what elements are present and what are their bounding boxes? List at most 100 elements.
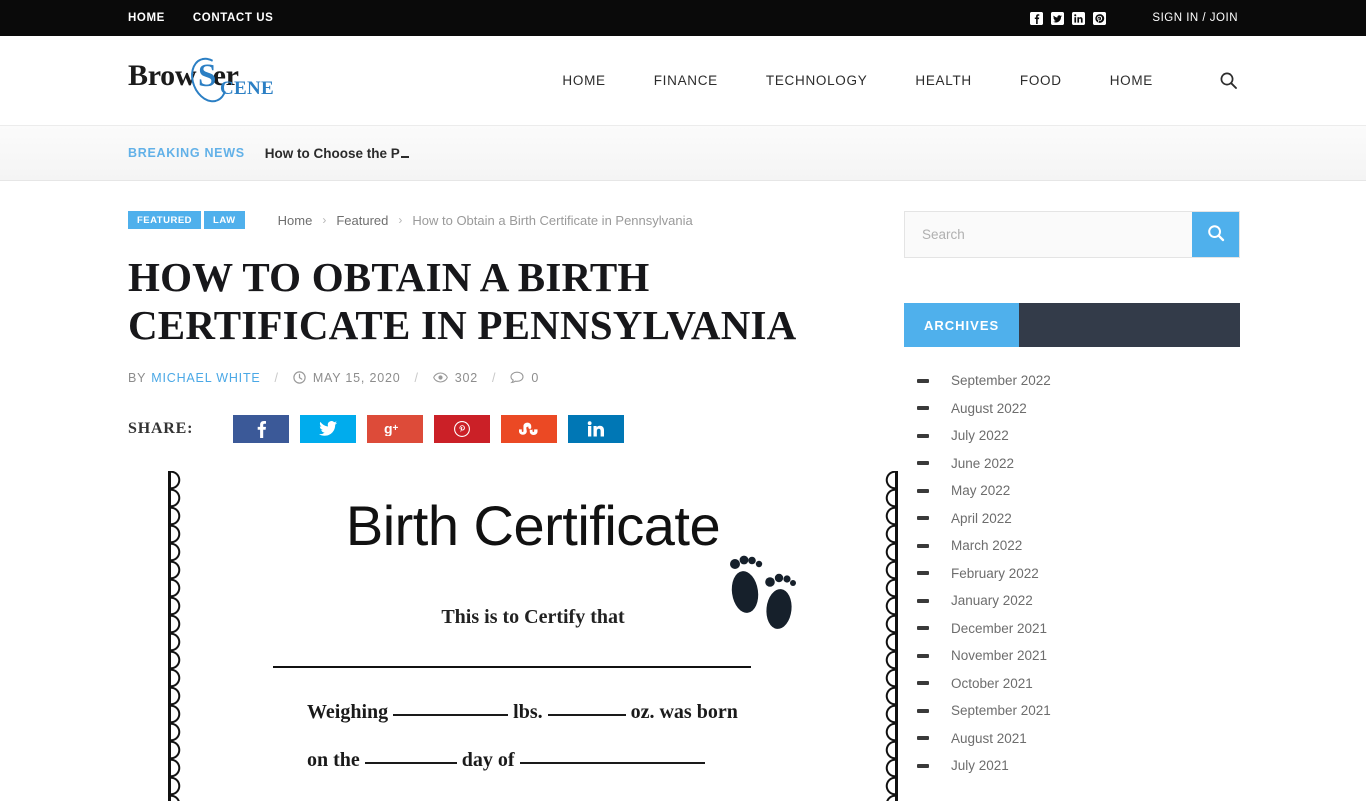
nav-item-food[interactable]: FOOD — [996, 73, 1086, 88]
list-item[interactable]: July 2022 — [904, 422, 1240, 450]
archive-link[interactable]: June 2022 — [951, 456, 1014, 471]
nav-item-finance[interactable]: FINANCE — [630, 73, 742, 88]
archive-link[interactable]: August 2022 — [951, 401, 1027, 416]
pinterest-icon[interactable] — [1093, 11, 1107, 25]
article-content: FEATURED LAW Home › Featured › How to Ob… — [128, 181, 898, 801]
meta-comments-count: 0 — [531, 370, 540, 385]
twitter-icon[interactable] — [1051, 11, 1065, 25]
sidebar: ARCHIVES September 2022 August 2022 July… — [904, 181, 1240, 773]
breadcrumb-category[interactable]: Featured — [336, 213, 388, 228]
share-googleplus-button[interactable]: g + — [367, 414, 423, 443]
certificate-blank-oz — [547, 713, 626, 716]
archive-link[interactable]: May 2022 — [951, 483, 1010, 498]
meta-separator-3: / — [492, 370, 497, 385]
list-item[interactable]: December 2021 — [904, 615, 1240, 643]
certificate-blank-lbs — [393, 713, 509, 716]
svg-text:+: + — [393, 423, 399, 434]
top-bar-links: HOME CONTACT US — [128, 12, 273, 24]
typing-caret-icon — [400, 155, 409, 158]
search-icon — [1207, 224, 1225, 245]
search-input[interactable] — [905, 212, 1192, 257]
breaking-news-headline[interactable]: How to Choose the P — [265, 146, 409, 161]
list-item[interactable]: April 2022 — [904, 505, 1240, 533]
list-item[interactable]: July 2021 — [904, 752, 1240, 780]
topbar-link-contact-us[interactable]: CONTACT US — [193, 12, 274, 24]
meta-by-label: BY — [128, 370, 147, 385]
list-item[interactable]: May 2022 — [904, 477, 1240, 505]
list-item[interactable]: January 2022 — [904, 587, 1240, 615]
logo-text-cene: CENE — [220, 77, 274, 99]
archive-link[interactable]: December 2021 — [951, 621, 1047, 636]
archive-link[interactable]: July 2021 — [951, 758, 1009, 773]
share-buttons: g + — [233, 414, 624, 443]
topbar-link-home[interactable]: HOME — [128, 12, 165, 24]
list-item[interactable]: September 2022 — [904, 367, 1240, 395]
badge-law[interactable]: LAW — [204, 211, 245, 229]
nav-item-home[interactable]: HOME — [538, 73, 629, 88]
archive-link[interactable]: November 2021 — [951, 648, 1047, 663]
archive-link[interactable]: February 2022 — [951, 566, 1039, 581]
share-twitter-button[interactable] — [300, 414, 356, 443]
list-item[interactable]: November 2021 — [904, 642, 1240, 670]
linkedin-icon[interactable] — [1072, 11, 1086, 25]
archive-link[interactable]: July 2022 — [951, 428, 1009, 443]
search-submit-button[interactable] — [1192, 212, 1239, 257]
archive-link[interactable]: September 2022 — [951, 373, 1051, 388]
nav-item-technology[interactable]: TECHNOLOGY — [742, 73, 892, 88]
dash-bullet-icon — [917, 543, 929, 548]
archives-widget-title: ARCHIVES — [904, 303, 1020, 347]
archive-link[interactable]: January 2022 — [951, 593, 1033, 608]
site-logo[interactable]: BrowSer S CENE — [128, 51, 288, 108]
archives-widget: ARCHIVES September 2022 August 2022 July… — [904, 303, 1240, 780]
dash-bullet-icon — [917, 598, 929, 603]
list-item[interactable]: August 2022 — [904, 395, 1240, 423]
certificate-blank-month — [519, 761, 705, 764]
breadcrumb-home[interactable]: Home — [278, 213, 313, 228]
sidebar-search — [904, 211, 1240, 258]
list-item[interactable]: March 2022 — [904, 532, 1240, 560]
search-icon[interactable] — [1219, 71, 1238, 90]
dash-bullet-icon — [917, 626, 929, 631]
logo-text-s: S — [198, 57, 217, 94]
facebook-icon[interactable] — [1030, 11, 1044, 25]
comment-icon — [510, 371, 524, 384]
archives-list: September 2022 August 2022 July 2022 Jun… — [904, 347, 1240, 780]
dash-bullet-icon — [917, 736, 929, 741]
list-item[interactable]: August 2021 — [904, 725, 1240, 753]
nav-item-home-2[interactable]: HOME — [1086, 73, 1177, 88]
dash-bullet-icon — [917, 708, 929, 713]
page-title: How to Obtain a Birth Certificate in Pen… — [128, 254, 797, 349]
certificate-name-rule — [273, 665, 751, 668]
list-item[interactable]: June 2022 — [904, 450, 1240, 478]
share-pinterest-button[interactable] — [434, 414, 490, 443]
eye-icon — [432, 372, 448, 383]
meta-date: MAY 15, 2020 — [312, 370, 401, 385]
main-navigation: HOME FINANCE TECHNOLOGY HEALTH FOOD HOME — [538, 71, 1238, 90]
list-item[interactable]: February 2022 — [904, 560, 1240, 588]
archive-link[interactable]: August 2021 — [951, 731, 1027, 746]
badge-featured[interactable]: FEATURED — [128, 211, 202, 229]
certificate-subheading: This is to Certify that — [441, 605, 625, 628]
dash-bullet-icon — [917, 378, 929, 383]
list-item[interactable]: October 2021 — [904, 670, 1240, 698]
certificate-border-left — [171, 470, 185, 801]
archive-link[interactable]: September 2021 — [951, 703, 1051, 718]
meta-author[interactable]: MICHAEL WHITE — [151, 371, 260, 385]
svg-text:g: g — [384, 421, 393, 436]
breadcrumb-current: How to Obtain a Birth Certificate in Pen… — [412, 212, 693, 228]
share-stumbleupon-button[interactable] — [501, 414, 557, 443]
breadcrumb-separator-2: › — [398, 213, 403, 227]
share-facebook-button[interactable] — [233, 414, 289, 443]
certificate-inner: Birth Certificate This is to Certify tha… — [187, 471, 879, 801]
archive-link[interactable]: April 2022 — [951, 511, 1012, 526]
nav-item-health[interactable]: HEALTH — [891, 73, 995, 88]
meta-separator-1: / — [274, 370, 279, 385]
list-item[interactable]: September 2021 — [904, 697, 1240, 725]
meta-separator-2: / — [414, 370, 419, 385]
archive-link[interactable]: October 2021 — [951, 676, 1033, 691]
certificate-blank-day — [364, 761, 457, 764]
archive-link[interactable]: March 2022 — [951, 538, 1022, 553]
share-linkedin-button[interactable] — [568, 414, 624, 443]
sign-in-join-link[interactable]: SIGN IN / JOIN — [1152, 12, 1238, 24]
social-links — [1030, 11, 1107, 25]
